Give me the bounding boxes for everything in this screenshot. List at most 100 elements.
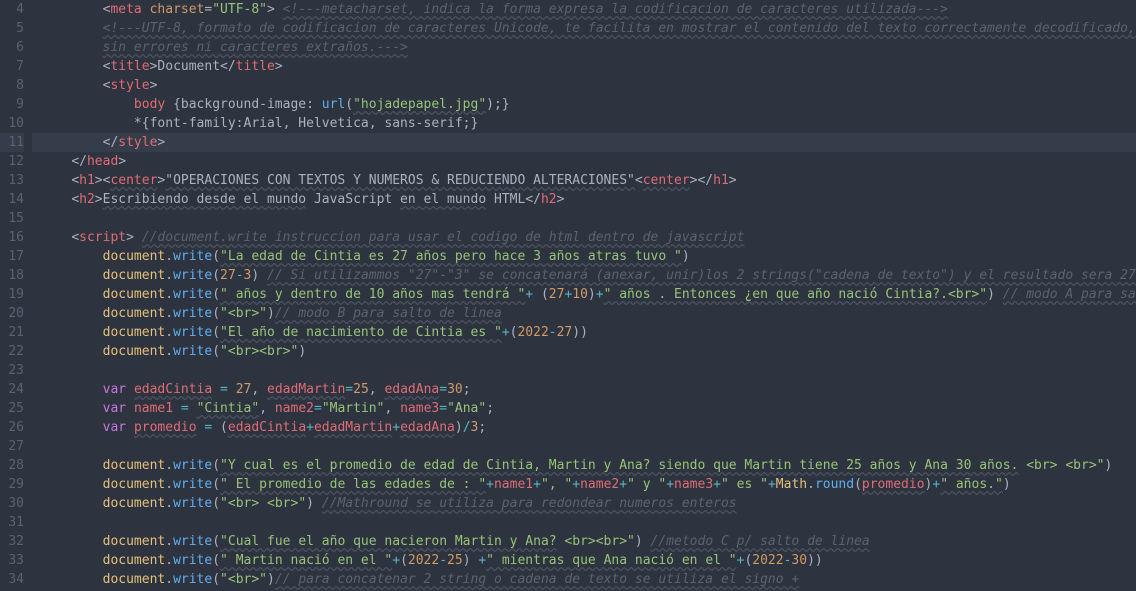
token: ; [478,420,486,435]
code-line[interactable]: </style> [32,133,1136,152]
code-line[interactable]: document.write(27-3) // Si utilizammos "… [40,266,1136,285]
token: > [150,78,158,93]
token: write [173,553,212,568]
token: write [173,268,212,283]
token: ; [463,382,471,397]
token: . [165,496,173,511]
code-line[interactable]: body {background-image: url("hojadepapel… [40,95,1136,114]
line-number: 25 [0,399,24,418]
code-line[interactable] [40,361,1136,380]
token: ( [212,344,220,359]
token: name1 [494,477,533,492]
token: " El promedio de las edades de : " [220,477,486,492]
token: + [486,477,494,492]
code-line[interactable] [40,437,1136,456]
token: Escribiendo desde el mundo [103,192,307,207]
code-line[interactable]: document.write("<br>")// modo B para sal… [40,304,1136,323]
code-line[interactable]: var promedio = (edadCintia+edadMartin+ed… [40,418,1136,437]
token: body [134,97,173,112]
code-line[interactable]: document.write("El año de nacimiento de … [40,323,1136,342]
token: + [392,420,400,435]
code-line[interactable]: sin errores ni caracteres extraños.---> [40,38,1136,57]
token: + [666,477,674,492]
code-line[interactable]: document.write(" años y dentro de 10 año… [40,285,1136,304]
token: + [619,477,627,492]
token: . [165,534,173,549]
code-line[interactable]: <script> //document.write instruccion pa… [40,228,1136,247]
token: document [103,268,166,283]
line-number: 30 [0,494,24,513]
code-content-area[interactable]: <meta charset="UTF-8"> <!---metacharset,… [32,0,1136,591]
code-line[interactable] [40,513,1136,532]
code-line[interactable]: document.write("<br><br>") [40,342,1136,361]
token: 27 [549,287,565,302]
token: name3 [674,477,713,492]
token: ( [212,306,220,321]
token: 10 [572,287,588,302]
token: 2022 [517,325,548,340]
token: edadAna [400,420,455,435]
token: )) [572,325,588,340]
code-line[interactable]: document.write("Cual fue el año que naci… [40,532,1136,551]
code-line[interactable]: document.write("Y cual es el promedio de… [40,456,1136,475]
token: "OPERACIONES CON TEXTOS Y NUMEROS & REDU… [165,173,635,188]
code-line[interactable]: <style> [40,76,1136,95]
token: ( [533,287,549,302]
token: : [306,97,322,112]
token: </ [525,192,541,207]
token: < [71,230,79,245]
code-line[interactable]: *{font-family:Arial, Helvetica, sans-ser… [40,114,1136,133]
token: edadCintia [134,382,212,397]
code-line[interactable]: document.write("<br> <br>") //Mathround … [40,494,1136,513]
token: "Martin" [322,401,385,416]
token: 27 [557,325,573,340]
token: "Y cual es el promedio de edad de Cintia… [220,458,1018,473]
token: + [306,420,314,435]
token: < [71,192,79,207]
code-line[interactable]: <!---UTF-8, formato de codificacion de c… [40,19,1136,38]
token: Math [776,477,807,492]
token: HTML [486,192,525,207]
code-line[interactable]: <title>Document</title> [40,57,1136,76]
token: write [173,534,212,549]
token: " Martin nació en el " [220,553,392,568]
token: promedio [862,477,925,492]
token: document [103,306,166,321]
token: ( [212,572,220,587]
code-line[interactable]: <h2>Escribiendo desde el mundo JavaScrip… [40,190,1136,209]
token: write [173,477,212,492]
token: ; [486,401,494,416]
line-number: 26 [0,418,24,437]
token: var [103,401,134,416]
token: + [768,477,776,492]
code-line[interactable]: </head> [40,152,1136,171]
code-line[interactable]: document.write(" El promedio de las edad… [40,475,1136,494]
token: ) [1104,458,1112,473]
code-line[interactable]: <meta charset="UTF-8"> <!---metacharset,… [40,0,1136,19]
line-number: 10 [0,114,24,133]
token: "<br>" [220,306,267,321]
token: " años . Entonces ¿en que año nació Cint… [604,287,988,302]
code-line[interactable]: document.write("<br>")// para concatenar… [40,570,1136,589]
token: h1 [79,173,95,188]
token: ( [212,534,220,549]
token: h2 [79,192,95,207]
token: document [103,249,166,264]
token: write [173,249,212,264]
token: round [815,477,854,492]
token: . [165,325,173,340]
code-line[interactable]: var name1 = "Cintia", name2="Martin", na… [40,399,1136,418]
token: > [95,192,103,207]
code-line[interactable]: <h1><center>"OPERACIONES CON TEXTOS Y NU… [40,171,1136,190]
code-line[interactable]: document.write("La edad de Cintia es 27 … [40,247,1136,266]
code-line[interactable]: var edadCintia = 27, edadMartin=25, edad… [40,380,1136,399]
token: )) [807,553,823,568]
line-number: 13 [0,171,24,190]
code-line[interactable]: document.write(" Martin nació en el "+(2… [40,551,1136,570]
token: edadAna [384,382,439,397]
token: name2 [580,477,619,492]
token: ( [345,97,353,112]
code-line[interactable] [40,209,1136,228]
code-editor[interactable]: 4567891011121314151617181920212223242526… [0,0,1136,591]
line-number: 21 [0,323,24,342]
